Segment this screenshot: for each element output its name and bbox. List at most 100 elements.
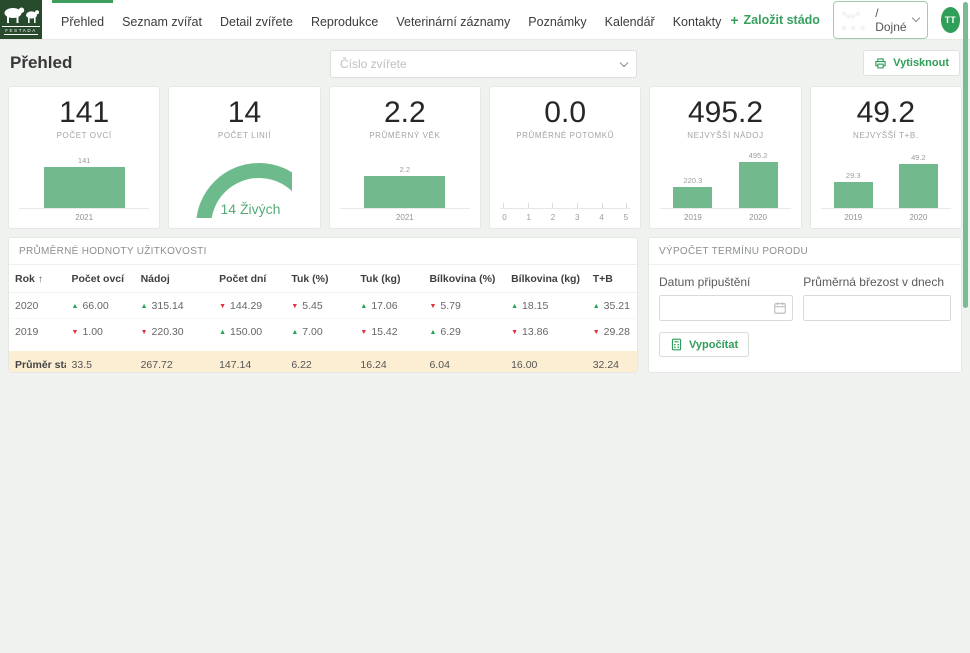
value-cell: ▼220.30 bbox=[135, 319, 214, 348]
axis-tick-label: 3 bbox=[573, 213, 582, 222]
year-cell: 2020 bbox=[9, 293, 66, 319]
mini-chart: 29.349.220192020 bbox=[821, 151, 951, 222]
nav-tabs: PřehledSeznam zvířatDetail zvířeteReprod… bbox=[52, 0, 730, 39]
table-row-2019: 2019▼1.00▼220.30▲150.00▲7.00▼15.42▲6.29▼… bbox=[9, 319, 637, 348]
app-logo[interactable]: FESTADA bbox=[0, 0, 42, 39]
tab-reprodukce[interactable]: Reprodukce bbox=[302, 0, 387, 40]
footer-value-cell: 6.04 bbox=[423, 348, 505, 374]
value-cell: ▼15.42 bbox=[354, 319, 423, 348]
calculate-button[interactable]: Vypočítat bbox=[659, 332, 749, 357]
gauge-arc: 14 Živých bbox=[196, 163, 292, 218]
trend-down-icon: ▼ bbox=[219, 303, 226, 310]
sort-asc-icon: ↑ bbox=[38, 274, 43, 285]
stat-label: NEJVYŠŠÍ T+B. bbox=[853, 131, 919, 140]
trend-down-icon: ▼ bbox=[141, 329, 148, 336]
trend-up-icon: ▲ bbox=[141, 303, 148, 310]
logo-divider bbox=[2, 26, 40, 27]
column-header-bilkovina-kg[interactable]: Bílkovina (kg) bbox=[505, 265, 587, 293]
stat-card-pocet-linii: 14POČET LINIÍ14 Živých bbox=[168, 86, 320, 229]
footer-value-cell: 267.72 bbox=[135, 348, 214, 374]
axis-tick-label: 2019 bbox=[834, 213, 873, 222]
tab-prehled[interactable]: Přehled bbox=[52, 0, 113, 40]
calculate-button-label: Vypočítat bbox=[689, 339, 738, 351]
bar-value-label: 29.3 bbox=[846, 171, 861, 180]
value-cell: ▲18.15 bbox=[505, 293, 587, 319]
tab-kalendar[interactable]: Kalendář bbox=[596, 0, 664, 40]
bar bbox=[44, 167, 125, 208]
column-header-pocet-ovci[interactable]: Počet ovcí bbox=[66, 265, 135, 293]
gauge-label: 14 Živých bbox=[196, 201, 292, 217]
calendar-icon bbox=[773, 301, 787, 315]
bar-value-label: 141 bbox=[78, 156, 91, 165]
tab-detail-zvirete[interactable]: Detail zvířete bbox=[211, 0, 302, 40]
value-cell: ▼5.45 bbox=[285, 293, 354, 319]
animal-number-select[interactable] bbox=[330, 50, 637, 78]
value-cell: ▲66.00 bbox=[66, 293, 135, 319]
value-cell: ▲315.14 bbox=[135, 293, 214, 319]
value-cell: ▼1.00 bbox=[66, 319, 135, 348]
value-cell: ▲35.21 bbox=[587, 293, 637, 319]
create-herd-button[interactable]: + Založit stádo bbox=[730, 12, 820, 28]
stat-value: 495.2 bbox=[688, 96, 763, 129]
print-button-label: Vytisknout bbox=[893, 57, 949, 69]
axis-tick-label: 5 bbox=[621, 213, 630, 222]
mini-chart: 012345 bbox=[500, 151, 630, 222]
axis-tick-label: 2020 bbox=[739, 213, 778, 222]
column-header-rok[interactable]: Rok↑ bbox=[9, 265, 66, 293]
gestation-days-input[interactable] bbox=[803, 295, 951, 321]
axis-tick-label: 1 bbox=[524, 213, 533, 222]
animal-number-input[interactable] bbox=[340, 57, 621, 71]
bar-value-label: 49.2 bbox=[911, 153, 926, 162]
tab-veterinarni-zaznamy[interactable]: Veterinární záznamy bbox=[387, 0, 519, 40]
table-header-row: Rok↑Počet ovcíNádojPočet dníTuk (%)Tuk (… bbox=[9, 265, 637, 293]
print-button[interactable]: Vytisknout bbox=[863, 50, 960, 76]
value-cell: ▲150.00 bbox=[213, 319, 285, 348]
bar-value-label: 2.2 bbox=[400, 165, 410, 174]
year-cell: 2019 bbox=[9, 319, 66, 348]
trend-up-icon: ▲ bbox=[360, 303, 367, 310]
stat-card-nejvyssi-t-b: 49.2NEJVYŠŠÍ T+B.29.349.220192020 bbox=[810, 86, 962, 229]
footer-value-cell: 32.24 bbox=[587, 348, 637, 374]
axis-tick-label: 0 bbox=[500, 213, 509, 222]
top-header: FESTADA PřehledSeznam zvířatDetail zvíře… bbox=[0, 0, 970, 40]
mini-chart: 2.22021 bbox=[340, 151, 470, 222]
stat-label: PRŮMĚRNÝ VĚK bbox=[369, 131, 440, 140]
tab-kontakty[interactable]: Kontakty bbox=[664, 0, 731, 40]
table-row-2020: 2020▲66.00▲315.14▼144.29▼5.45▲17.06▼5.79… bbox=[9, 293, 637, 319]
trend-up-icon: ▲ bbox=[291, 329, 298, 336]
trend-down-icon: ▼ bbox=[291, 303, 298, 310]
axis-tick-label: 2019 bbox=[673, 213, 712, 222]
column-header-nadoj[interactable]: Nádoj bbox=[135, 265, 214, 293]
mini-chart: 141 2021 bbox=[19, 151, 149, 222]
tab-seznam-zvirat[interactable]: Seznam zvířat bbox=[113, 0, 211, 40]
column-header-t-b[interactable]: T+B bbox=[587, 265, 637, 293]
mini-chart: 220.3495.220192020 bbox=[660, 151, 790, 222]
trend-up-icon: ▲ bbox=[429, 329, 436, 336]
create-herd-label: Založit stádo bbox=[744, 13, 820, 27]
page-title: Přehled bbox=[10, 53, 72, 73]
column-header-pocet-dni[interactable]: Počet dní bbox=[213, 265, 285, 293]
table-footer-row: Průměr stáda33.5267.72147.146.2216.246.0… bbox=[9, 348, 637, 374]
trend-up-icon: ▲ bbox=[593, 303, 600, 310]
birth-calculator-title: VÝPOČET TERMÍNU PORODU bbox=[649, 238, 961, 265]
column-header-bilkovina[interactable]: Bílkovina (%) bbox=[423, 265, 505, 293]
tab-poznamky[interactable]: Poznámky bbox=[519, 0, 595, 40]
axis-tick-label: 2021 bbox=[44, 213, 125, 222]
herd-select[interactable]: ·..· · · · / Dojné bbox=[833, 1, 928, 39]
table-body: 2020▲66.00▲315.14▼144.29▼5.45▲17.06▼5.79… bbox=[9, 293, 637, 348]
user-avatar[interactable]: TT bbox=[941, 7, 960, 33]
value-cell: ▼5.79 bbox=[423, 293, 505, 319]
value-cell: ▼29.28 bbox=[587, 319, 637, 348]
column-header-tuk-kg[interactable]: Tuk (kg) bbox=[354, 265, 423, 293]
logo-text: FESTADA bbox=[4, 28, 38, 35]
footer-value-cell: 147.14 bbox=[213, 348, 285, 374]
chevron-down-icon bbox=[620, 58, 628, 66]
column-header-tuk[interactable]: Tuk (%) bbox=[285, 265, 354, 293]
chevron-down-icon bbox=[911, 14, 919, 22]
productivity-table: Rok↑Počet ovcíNádojPočet dníTuk (%)Tuk (… bbox=[9, 265, 637, 373]
vertical-scrollbar-thumb[interactable] bbox=[963, 2, 968, 308]
footer-value-cell: 6.22 bbox=[285, 348, 354, 374]
stat-label: PRŮMĚRNÉ POTOMKŮ bbox=[516, 131, 614, 140]
footer-value-cell: 33.5 bbox=[66, 348, 135, 374]
value-cell: ▼13.86 bbox=[505, 319, 587, 348]
